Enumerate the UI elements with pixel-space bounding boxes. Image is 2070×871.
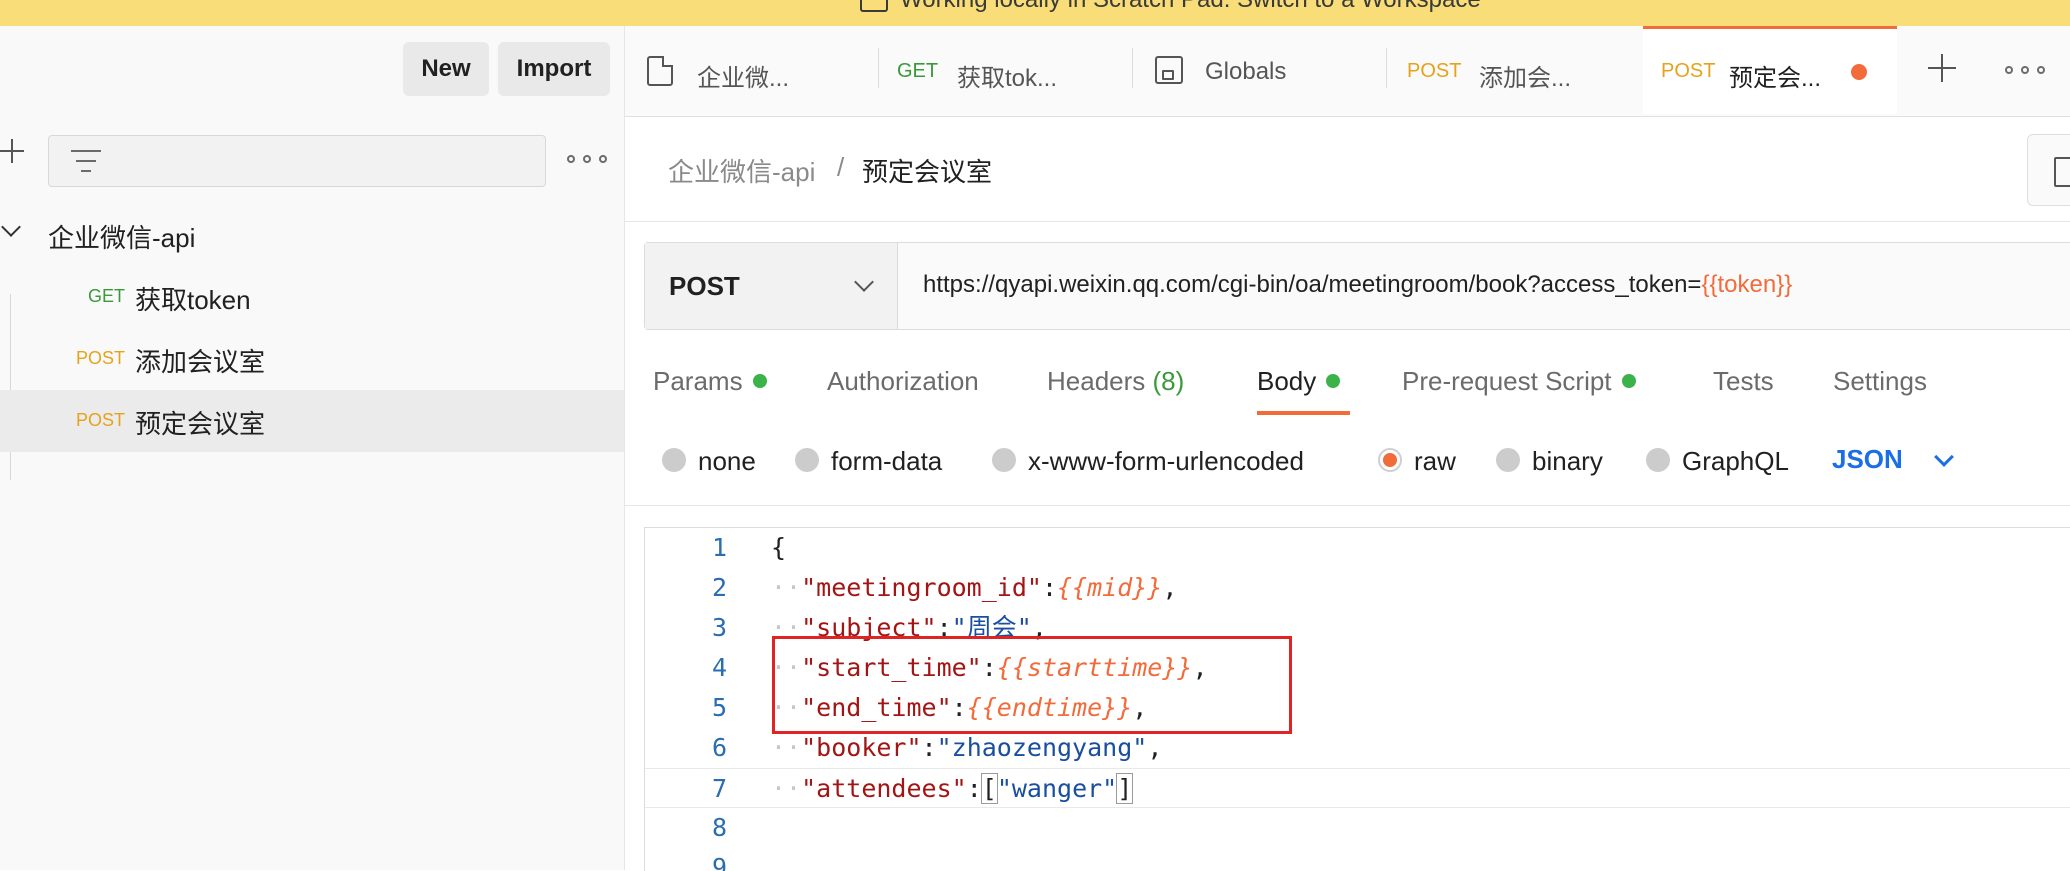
format-select[interactable]: JSON — [1832, 444, 1903, 475]
breadcrumb-separator: / — [837, 152, 845, 182]
code-line-current: 7 ··"attendees":["wanger"] — [645, 768, 2070, 808]
body-type-graphql[interactable]: GraphQL — [1646, 446, 1789, 478]
radio-icon — [1496, 448, 1520, 473]
body-type-form-data[interactable]: form-data — [795, 446, 942, 478]
tab-add-room[interactable]: POST 添加会... — [1387, 26, 1643, 116]
url-variable: {{token}} — [1701, 271, 1793, 298]
more-options-icon[interactable] — [567, 155, 607, 165]
tab-headers[interactable]: Headers (8) — [1047, 366, 1184, 397]
body-type-binary[interactable]: binary — [1496, 446, 1603, 478]
radio-icon — [795, 448, 819, 473]
code-line: 8 — [711, 813, 727, 842]
banner-text: Working locally in Scratch Pad. Switch t… — [900, 0, 1481, 13]
chevron-down-icon[interactable] — [1, 217, 21, 237]
url-input[interactable]: https://qyapi.weixin.qq.com/cgi-bin/oa/m… — [923, 271, 1792, 299]
tab-params[interactable]: Params — [653, 366, 767, 397]
sidebar-item-add-room[interactable]: POST 添加会议室 — [0, 328, 624, 390]
import-button[interactable]: Import — [498, 42, 610, 96]
tab-label: Globals — [1205, 58, 1287, 85]
status-dot-icon — [1326, 374, 1341, 389]
method-value: POST — [669, 271, 740, 301]
method-select[interactable]: POST — [645, 243, 898, 329]
radio-icon — [1646, 448, 1670, 473]
code-line: 1 { — [711, 533, 787, 562]
annotation-highlight-box — [772, 636, 1292, 734]
sidebar-item-get-token[interactable]: GET 获取token — [0, 266, 624, 328]
sidebar: New Import 企业微信-api GET 获取token POST 添加会… — [0, 26, 625, 870]
sidebar-item-book-room[interactable]: POST 预定会议室 — [0, 390, 624, 452]
document-icon — [647, 56, 673, 86]
tab-settings[interactable]: Settings — [1833, 366, 1927, 397]
tab-authorization[interactable]: Authorization — [827, 366, 979, 397]
status-dot-icon — [1621, 374, 1636, 389]
tab-body[interactable]: Body — [1257, 366, 1341, 397]
tab-bar: 企业微... GET 获取tok... Globals POST 添加会... … — [625, 26, 2070, 117]
tab-label: 添加会... — [1479, 65, 1572, 92]
tab-label: 获取tok... — [957, 65, 1058, 92]
tab-globals[interactable]: Globals — [1133, 26, 1387, 116]
tab-method: POST — [1661, 60, 1716, 82]
globals-icon — [1155, 56, 1183, 84]
request-url-bar: POST https://qyapi.weixin.qq.com/cgi-bin… — [644, 242, 2070, 330]
new-tab-icon[interactable] — [1928, 54, 1956, 82]
tab-book-room[interactable]: POST 预定会... — [1643, 26, 1897, 114]
tab-collection[interactable]: 企业微... — [625, 26, 879, 116]
collection-name: 企业微信-api — [48, 223, 196, 253]
collection-row[interactable]: 企业微信-api — [0, 204, 624, 266]
chevron-down-icon — [854, 272, 874, 292]
method-badge: GET — [88, 286, 126, 306]
radio-icon — [992, 448, 1016, 473]
save-button[interactable] — [2027, 134, 2070, 206]
tab-get-token[interactable]: GET 获取tok... — [879, 26, 1133, 116]
active-tab-indicator — [1257, 411, 1350, 415]
radio-selected-icon — [1378, 448, 1402, 473]
add-collection-icon[interactable] — [0, 138, 26, 164]
scratch-pad-banner: Working locally in Scratch Pad. Switch t… — [0, 0, 2070, 26]
body-type-urlencoded[interactable]: x-www-form-urlencoded — [992, 446, 1304, 478]
breadcrumb-parent[interactable]: 企业微信-api — [668, 152, 815, 189]
chevron-down-icon[interactable] — [1934, 447, 1954, 467]
method-badge: POST — [76, 410, 126, 430]
banner-text-wrap: Working locally in Scratch Pad. Switch t… — [860, 0, 1481, 14]
request-name: 获取token — [135, 285, 251, 315]
divider — [625, 505, 2070, 506]
tab-tests[interactable]: Tests — [1713, 366, 1774, 397]
filter-icon — [71, 148, 101, 174]
tab-options-icon[interactable] — [2005, 66, 2045, 76]
status-dot-icon — [752, 374, 767, 389]
method-badge: POST — [76, 348, 126, 368]
tab-label: 企业微... — [697, 65, 790, 92]
new-button[interactable]: New — [403, 42, 489, 96]
search-filter-input[interactable] — [48, 135, 546, 187]
code-line: 9 — [711, 853, 727, 871]
tab-method: POST — [1407, 60, 1462, 82]
tab-method: GET — [897, 60, 939, 82]
tab-label: 预定会... — [1729, 65, 1822, 92]
save-icon — [2054, 157, 2070, 187]
radio-icon — [662, 448, 686, 473]
request-name: 预定会议室 — [135, 409, 266, 439]
divider — [625, 221, 2070, 222]
url-text: https://qyapi.weixin.qq.com/cgi-bin/oa/m… — [923, 271, 1702, 298]
headers-count: (8) — [1152, 366, 1185, 396]
tab-prerequest-script[interactable]: Pre-request Script — [1402, 366, 1636, 397]
breadcrumb-current[interactable]: 预定会议室 — [862, 152, 992, 189]
code-line: 2 ··"meetingroom_id":{{mid}}, — [711, 573, 1178, 602]
request-name: 添加会议室 — [135, 347, 266, 377]
body-type-raw[interactable]: raw — [1378, 446, 1456, 478]
unsaved-dot-icon — [1851, 64, 1867, 80]
body-type-none[interactable]: none — [662, 446, 756, 478]
code-line: 6 ··"booker":"zhaozengyang", — [711, 733, 1163, 762]
monitor-icon — [860, 0, 888, 12]
